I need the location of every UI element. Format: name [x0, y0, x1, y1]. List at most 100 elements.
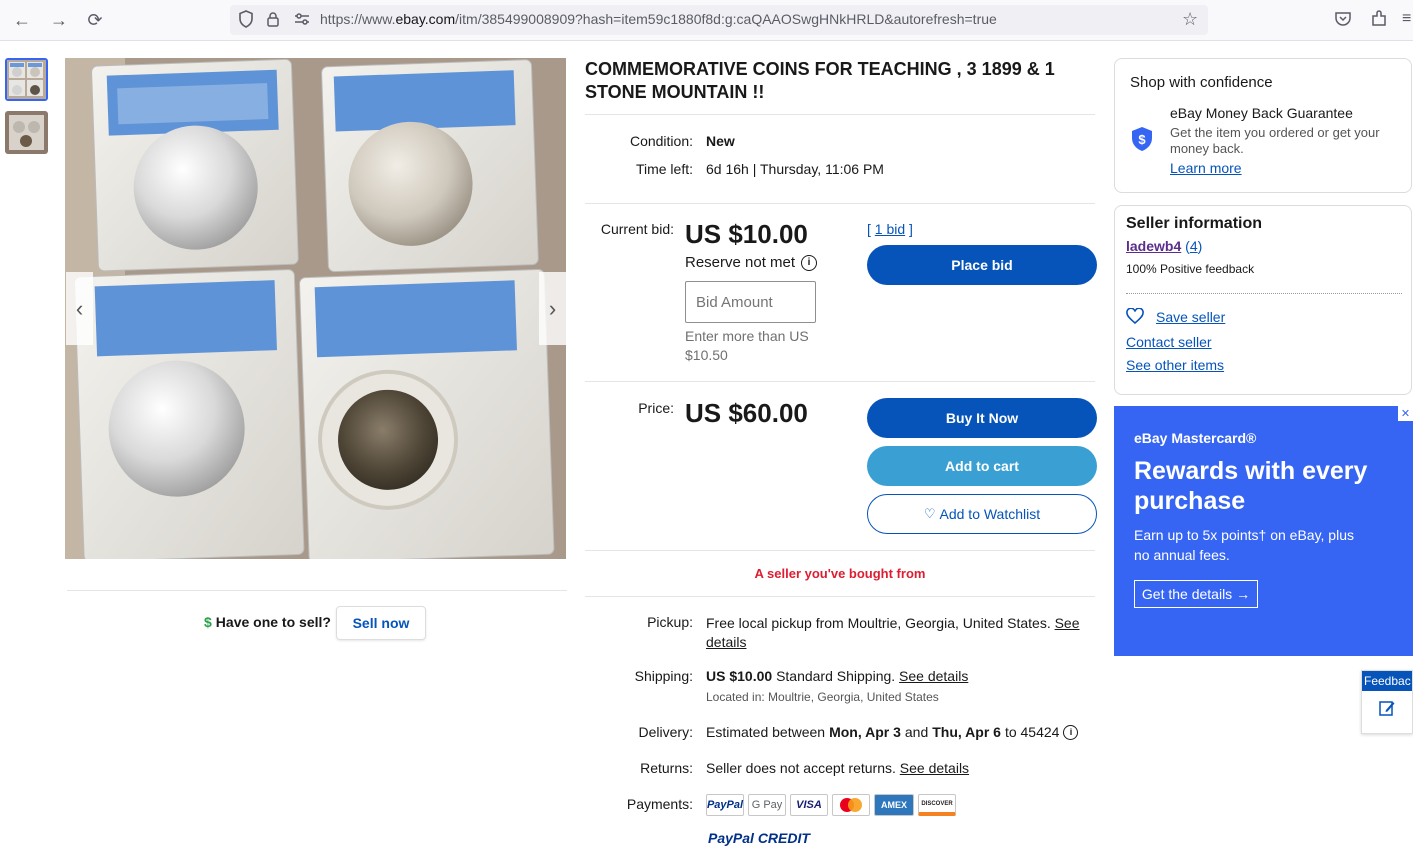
sell-prompt: $ Have one to sell?: [204, 614, 331, 630]
shipping-price: US $10.00: [706, 668, 773, 684]
url-text: https://www.ebay.com/itm/385499008909?ha…: [320, 11, 997, 27]
time-left-value: 6d 16h | Thursday, 11:06 PM: [706, 161, 884, 177]
returns-see-details-link[interactable]: See details: [900, 760, 969, 776]
buy-it-now-button[interactable]: Buy It Now: [867, 398, 1097, 438]
pickup-label: Pickup:: [647, 614, 693, 630]
shipping-label: Shipping:: [634, 668, 693, 684]
reserve-text: Reserve not met: [685, 254, 796, 271]
bid-hint: Enter more than US $10.50: [685, 328, 809, 363]
save-seller-link[interactable]: Save seller: [1156, 309, 1225, 325]
divider: [67, 590, 567, 591]
svg-text:$: $: [1138, 132, 1146, 147]
ad-body: Earn up to 5x points† on eBay, plus no a…: [1134, 527, 1354, 563]
google-pay-icon: G Pay: [748, 794, 786, 816]
shipping-type: Standard Shipping.: [776, 668, 896, 684]
listing-title: COMMEMORATIVE COINS FOR TEACHING , 3 189…: [585, 59, 1055, 102]
bid-amount-input[interactable]: [685, 281, 816, 323]
seller-name-link[interactable]: ladewb4: [1126, 238, 1181, 254]
sell-prompt-text: Have one to sell?: [215, 614, 331, 630]
forward-arrow-icon[interactable]: →: [47, 8, 71, 32]
dollar-icon: $: [204, 614, 212, 630]
feedback-tab-label: Feedbac: [1362, 671, 1412, 691]
see-other-items-link[interactable]: See other items: [1126, 357, 1224, 373]
returns-info: Seller does not accept returns. See deta…: [706, 760, 969, 776]
divider: [585, 203, 1095, 204]
add-to-cart-button[interactable]: Add to cart: [867, 446, 1097, 486]
shield-icon[interactable]: [238, 10, 254, 28]
ad-headline: Rewards with every purchase: [1134, 457, 1368, 515]
condition-value: New: [706, 133, 735, 149]
menu-icon[interactable]: ≡: [1402, 10, 1411, 28]
delivery-and: and: [904, 724, 929, 740]
place-bid-button[interactable]: Place bid: [867, 245, 1097, 285]
info-icon[interactable]: i: [801, 254, 818, 271]
delivery-zip: to 45424: [1004, 724, 1060, 740]
delivery-info-icon[interactable]: i: [1063, 724, 1079, 740]
ad-cta-button[interactable]: Get the details →: [1134, 580, 1258, 608]
price-label: Price:: [638, 400, 674, 416]
mastercard-icon: [832, 794, 870, 816]
reload-icon[interactable]: ⟳: [83, 8, 107, 32]
divider: [585, 114, 1095, 115]
save-seller-heart-icon[interactable]: [1126, 307, 1144, 325]
feedback-count-link[interactable]: 4: [1190, 238, 1198, 254]
add-to-watchlist-button[interactable]: ♡ Add to Watchlist: [867, 494, 1097, 534]
current-bid-value: US $10.00: [685, 219, 808, 249]
payments-label: Payments:: [626, 796, 693, 812]
time-left-label: Time left:: [635, 161, 693, 177]
discover-icon: DISCOVER: [918, 794, 956, 816]
bookmark-star-icon[interactable]: ☆: [1182, 9, 1198, 30]
delivery-pre: Estimated between: [706, 724, 826, 740]
ad-brand: eBay Mastercard®: [1134, 430, 1257, 446]
pickup-info: Free local pickup from Moultrie, Georgia…: [706, 614, 1101, 652]
image-prev-arrow[interactable]: ‹: [66, 272, 93, 345]
condition-label: Condition:: [629, 133, 693, 149]
learn-more-link[interactable]: Learn more: [1170, 160, 1242, 176]
ad-close-icon[interactable]: ✕: [1398, 406, 1413, 421]
delivery-date-start: Mon, Apr 3: [829, 724, 901, 740]
visa-icon: VISA: [790, 794, 828, 816]
shop-confidence-heading: Shop with confidence: [1130, 74, 1273, 91]
delivery-date-end: Thu, Apr 6: [932, 724, 1001, 740]
heart-icon: ♡: [923, 506, 936, 521]
product-image[interactable]: [65, 58, 566, 563]
seller-info-heading: Seller information: [1126, 215, 1263, 232]
shipping-info: US $10.00 Standard Shipping. See details: [706, 668, 968, 684]
seller-name-row: ladewb4 (4): [1126, 238, 1203, 254]
divider: [585, 550, 1095, 551]
feedback-tab[interactable]: Feedbac: [1361, 670, 1413, 734]
returns-text: Seller does not accept returns.: [706, 760, 896, 776]
contact-seller-link[interactable]: Contact seller: [1126, 334, 1212, 350]
delivery-label: Delivery:: [638, 724, 693, 740]
price-value: US $60.00: [685, 398, 808, 428]
lock-icon[interactable]: [265, 11, 281, 27]
current-bid-label: Current bid:: [600, 221, 674, 237]
thumbnail-1[interactable]: [5, 58, 48, 101]
returns-label: Returns:: [640, 760, 693, 776]
guarantee-text: Get the item you ordered or get your mon…: [1170, 125, 1380, 156]
bid-count-link[interactable]: 1 bid: [875, 221, 905, 237]
divider: [585, 596, 1095, 597]
reserve-status: Reserve not met i: [685, 254, 818, 271]
back-arrow-icon[interactable]: ←: [10, 8, 34, 32]
thumbnail-2[interactable]: [5, 111, 48, 154]
positive-feedback: 100% Positive feedback: [1126, 262, 1255, 276]
guarantee-title: eBay Money Back Guarantee: [1170, 105, 1353, 121]
add-to-watchlist-label: Add to Watchlist: [939, 506, 1041, 522]
amex-icon: AMEX: [874, 794, 914, 816]
money-back-shield-icon: $: [1130, 126, 1154, 152]
delivery-info: Estimated between Mon, Apr 3 and Thu, Ap…: [706, 724, 1079, 740]
shipping-see-details-link[interactable]: See details: [899, 668, 968, 684]
pickup-text: Free local pickup from Moultrie, Georgia…: [706, 615, 1051, 631]
extensions-icon[interactable]: [1370, 10, 1388, 28]
sell-now-button[interactable]: Sell now: [336, 606, 426, 640]
browser-toolbar: ← → ⟳ https://www.ebay.com/itm/385499008…: [0, 0, 1413, 41]
image-next-arrow[interactable]: ›: [539, 272, 566, 345]
paypal-icon: PayPal: [706, 794, 744, 816]
divider: [1126, 293, 1402, 294]
bid-count: [ 1 bid ]: [867, 221, 913, 237]
permissions-icon[interactable]: [294, 12, 310, 26]
feedback-edit-icon: [1362, 699, 1412, 717]
divider: [585, 381, 1095, 382]
pocket-icon[interactable]: [1334, 10, 1352, 28]
